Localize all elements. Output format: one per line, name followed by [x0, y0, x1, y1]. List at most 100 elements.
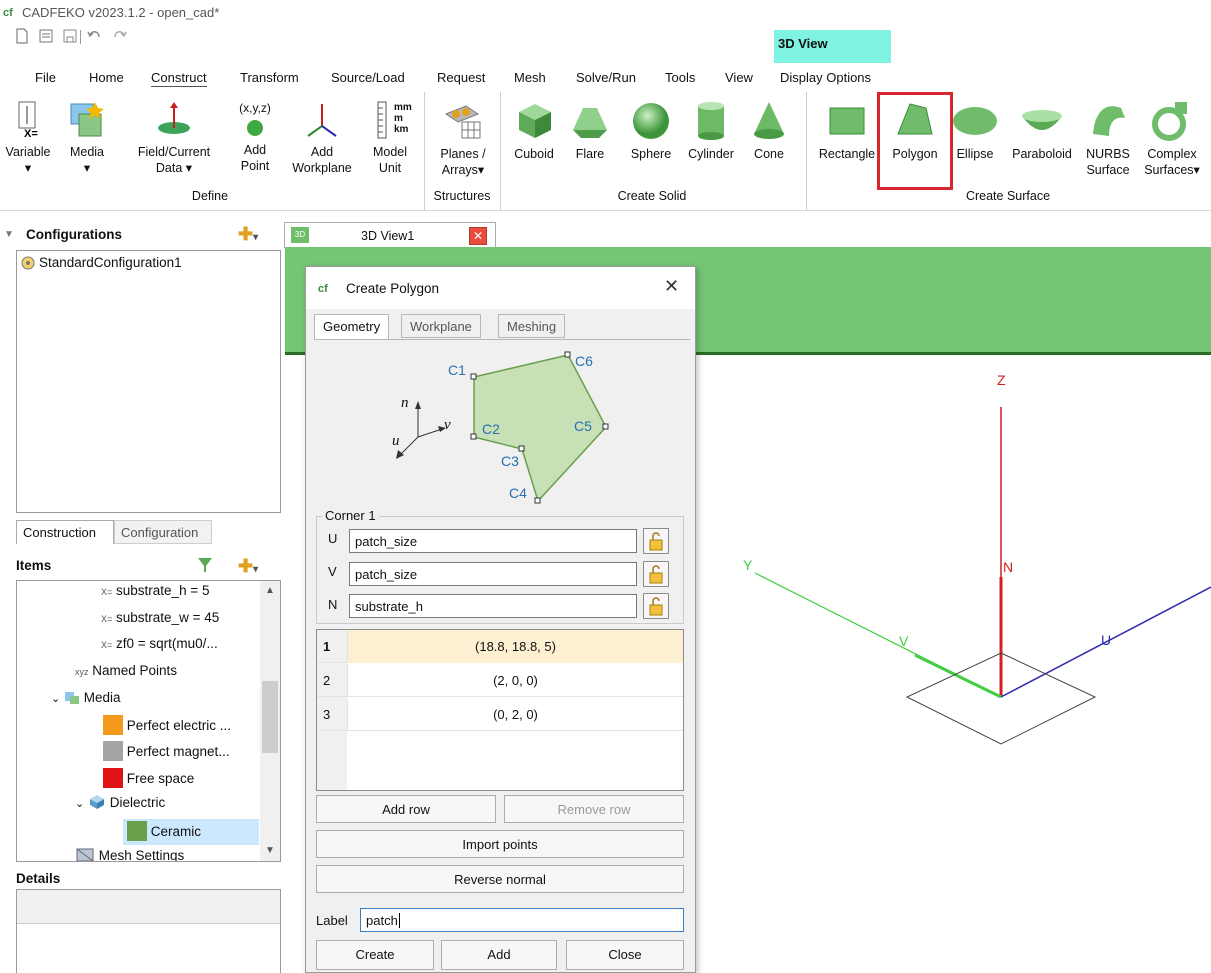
- reverse-normal-button[interactable]: Reverse normal: [316, 865, 684, 893]
- svg-text:X=: X=: [24, 128, 38, 140]
- remove-row-button[interactable]: Remove row: [504, 795, 684, 823]
- configuration-item[interactable]: StandardConfiguration1: [39, 255, 182, 270]
- add-point-button[interactable]: (x,y,z) Add Point: [228, 100, 282, 174]
- corner-label-c2: C2: [482, 421, 500, 437]
- table-row[interactable]: 3 (0, 2, 0): [317, 698, 683, 731]
- corner-label-c1: C1: [448, 362, 466, 378]
- n-field[interactable]: substrate_h: [349, 594, 637, 618]
- media-button[interactable]: Media ▾: [62, 100, 112, 176]
- tree-row-named-points[interactable]: xyz Named Points: [75, 663, 177, 678]
- tree-row-ceramic[interactable]: Ceramic: [123, 819, 259, 845]
- u-field[interactable]: patch_size: [349, 529, 637, 553]
- add-item-icon[interactable]: ✚▾: [238, 556, 258, 577]
- create-polygon-dialog: cf Create Polygon ✕ Geometry Workplane M…: [305, 266, 696, 973]
- context-tab-3d-view[interactable]: 3D View: [774, 30, 891, 63]
- chevron-down-icon[interactable]: ⌄: [51, 693, 60, 705]
- undo-icon[interactable]: [86, 28, 102, 44]
- ellipse-button[interactable]: Ellipse: [950, 100, 1000, 162]
- tree-row-media[interactable]: ⌄ Media: [51, 689, 121, 705]
- items-scrollbar[interactable]: ▲ ▼: [260, 581, 280, 861]
- paraboloid-button[interactable]: Paraboloid: [1004, 100, 1080, 162]
- tab-file[interactable]: File: [35, 70, 56, 85]
- dialog-close-icon[interactable]: ✕: [664, 276, 679, 297]
- tab-home[interactable]: Home: [89, 70, 124, 85]
- tab-source-load[interactable]: Source/Load: [331, 70, 405, 85]
- chevron-down-icon: ▾: [1193, 163, 1200, 177]
- planes-arrays-button[interactable]: Planes / Arrays▾: [430, 100, 496, 178]
- corner-label-c6: C6: [575, 353, 593, 369]
- close-tab-icon[interactable]: ✕: [469, 227, 487, 245]
- save-icon[interactable]: [62, 28, 78, 44]
- media-color-swatch: [127, 821, 147, 841]
- sphere-button[interactable]: Sphere: [622, 100, 680, 162]
- scroll-up-icon[interactable]: ▲: [265, 585, 275, 596]
- field-current-data-button[interactable]: Field/Current Data ▾: [126, 100, 222, 176]
- scroll-down-icon[interactable]: ▼: [265, 845, 275, 856]
- v-field[interactable]: patch_size: [349, 562, 637, 586]
- close-button[interactable]: Close: [566, 940, 684, 970]
- ribbon-bottom-border: [0, 210, 1211, 211]
- v-label: V: [328, 564, 337, 579]
- ribbon-separator: [500, 92, 501, 210]
- tree-row-zf0[interactable]: X= zf0 = sqrt(mu0/...: [101, 636, 218, 651]
- create-button[interactable]: Create: [316, 940, 434, 970]
- dialog-title: Create Polygon: [346, 281, 440, 296]
- tree-row-perfect-magnetic[interactable]: Perfect magnet...: [103, 741, 230, 761]
- tab-geometry[interactable]: Geometry: [314, 314, 390, 340]
- collapse-triangle-icon[interactable]: ▼: [4, 229, 14, 240]
- add-button[interactable]: Add: [441, 940, 557, 970]
- tab-transform[interactable]: Transform: [240, 70, 299, 85]
- tab-solve-run[interactable]: Solve/Run: [576, 70, 636, 85]
- flare-button[interactable]: Flare: [568, 100, 612, 162]
- table-row[interactable]: 2 (2, 0, 0): [317, 664, 683, 697]
- lock-icon[interactable]: [643, 528, 669, 554]
- nurbs-surface-button[interactable]: NURBS Surface: [1082, 100, 1134, 178]
- tab-construction[interactable]: Construction: [16, 520, 114, 544]
- new-file-icon[interactable]: [14, 28, 30, 44]
- rectangle-button[interactable]: Rectangle: [812, 100, 882, 162]
- tree-row-dielectric[interactable]: ⌄ Dielectric: [75, 794, 165, 810]
- group-label-structures: Structures: [433, 189, 491, 203]
- tab-workplane[interactable]: Workplane: [401, 314, 481, 338]
- tab-configuration[interactable]: Configuration: [114, 520, 212, 544]
- label-field[interactable]: patch: [360, 908, 684, 932]
- lock-icon[interactable]: [643, 561, 669, 587]
- tab-request[interactable]: Request: [437, 70, 485, 85]
- view-tab[interactable]: 3D 3D View1 ✕: [284, 222, 496, 248]
- model-unit-button[interactable]: mm m km Model Unit: [362, 100, 418, 176]
- variable-button[interactable]: X= Variable ▾: [0, 100, 56, 176]
- table-row[interactable]: 1 (18.8, 18.8, 5): [317, 630, 683, 663]
- tab-meshing[interactable]: Meshing: [498, 314, 566, 338]
- cadfeko-logo-icon: cf: [318, 283, 328, 295]
- tab-tools[interactable]: Tools: [665, 70, 695, 85]
- v-axis: [914, 653, 1002, 699]
- tree-row-perfect-electric[interactable]: Perfect electric ...: [103, 715, 231, 735]
- redo-icon[interactable]: [112, 28, 128, 44]
- lock-icon[interactable]: [643, 593, 669, 619]
- cone-button[interactable]: Cone: [746, 100, 792, 162]
- scrollbar-thumb[interactable]: [262, 681, 278, 753]
- add-configuration-icon[interactable]: ✚▾: [238, 224, 258, 245]
- open-file-icon[interactable]: [38, 28, 54, 44]
- tree-row-free-space[interactable]: Free space: [103, 768, 194, 788]
- cuboid-button[interactable]: Cuboid: [505, 100, 563, 162]
- tab-view[interactable]: View: [725, 70, 753, 85]
- tree-row-substrate-w[interactable]: X= substrate_w = 45: [101, 610, 219, 625]
- variable-icon: X=: [101, 587, 113, 597]
- add-row-button[interactable]: Add row: [316, 795, 496, 823]
- complex-surfaces-button[interactable]: Complex Surfaces▾: [1138, 100, 1206, 178]
- chevron-down-icon: ▾: [83, 161, 91, 175]
- add-workplane-button[interactable]: Add Workplane: [286, 100, 358, 176]
- group-label-create-solid: Create Solid: [617, 189, 687, 203]
- chevron-down-icon[interactable]: ⌄: [75, 798, 84, 810]
- tab-construct[interactable]: Construct: [151, 70, 207, 87]
- tree-row-mesh-settings[interactable]: Mesh Settings: [75, 847, 184, 861]
- cylinder-button[interactable]: Cylinder: [682, 100, 740, 162]
- rectangle-icon: [829, 107, 865, 135]
- tree-row-substrate-h[interactable]: X= substrate_h = 5: [101, 583, 209, 598]
- tab-display-options[interactable]: Display Options: [780, 70, 871, 85]
- filter-icon[interactable]: [196, 556, 214, 574]
- tab-mesh[interactable]: Mesh: [514, 70, 546, 85]
- flare-icon: [573, 108, 607, 138]
- import-points-button[interactable]: Import points: [316, 830, 684, 858]
